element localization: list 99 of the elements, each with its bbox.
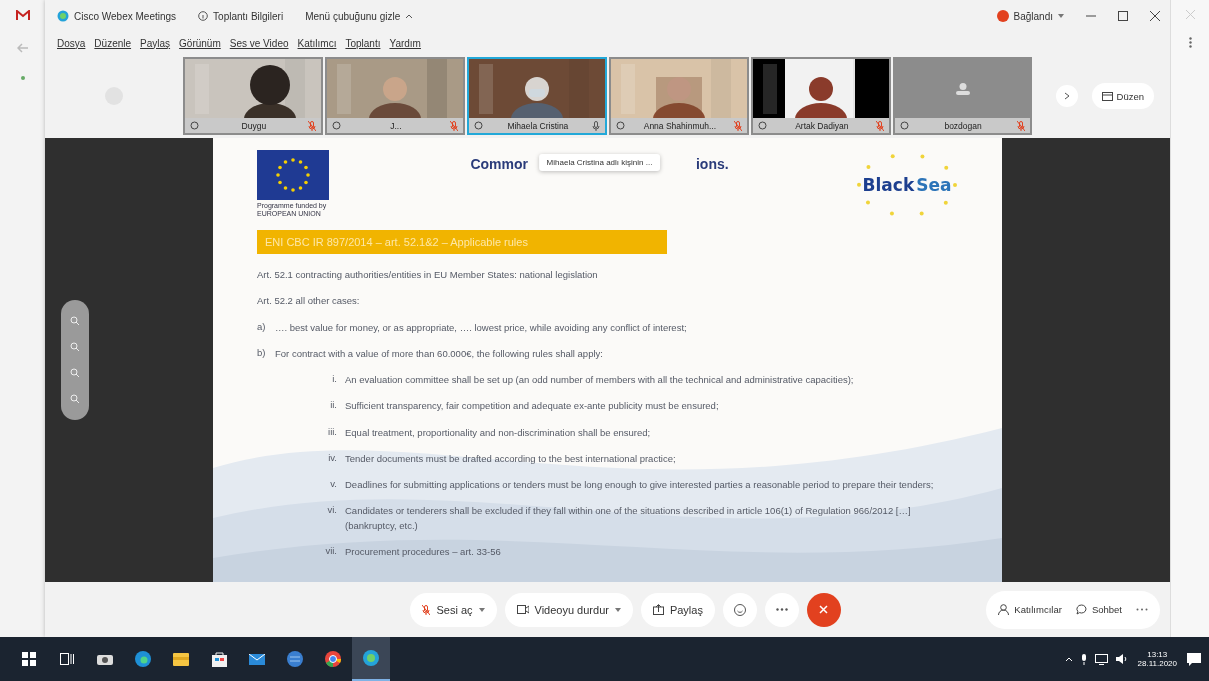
browser-icon — [135, 651, 151, 667]
slide-text: An evaluation committee shall be set up (an odd number of members with all the technical and administrative capacities); — [345, 373, 854, 387]
list-marker: b) — [257, 346, 267, 360]
video-tile[interactable]: J... — [325, 57, 466, 135]
share-button[interactable]: Paylaş — [640, 592, 715, 627]
slide-text: Art. 52.2 all other cases: — [257, 294, 360, 309]
participant-name: Anna Shahinmuh... — [642, 120, 718, 131]
participant-name: J... — [389, 120, 403, 131]
slide-text: Candidates or tenderers shall be excluded if they fall within one of the situations described in article 106(1) of Regulation 966/2012 […] (bankruptcy, etc.) — [345, 504, 912, 533]
person-icon — [955, 82, 970, 95]
menu-item[interactable]: Katılımcı — [297, 37, 337, 49]
speaker-icon[interactable] — [1115, 654, 1128, 664]
end-call-button[interactable] — [806, 592, 841, 627]
chat-bubble-icon — [1075, 604, 1087, 615]
kebab-menu-icon[interactable] — [1188, 37, 1192, 48]
unmute-button[interactable]: Sesi aç — [410, 592, 497, 627]
network-icon[interactable] — [1094, 653, 1108, 665]
video-tile[interactable]: Artak Dadiyan — [751, 57, 892, 135]
caret-icon — [1058, 14, 1064, 18]
reactions-button[interactable] — [722, 592, 757, 627]
tooltip: Mihaela Cristina adlı kişinin ... — [538, 154, 661, 171]
status-dot-icon — [996, 10, 1009, 22]
list-marker: ii. — [329, 399, 338, 413]
chevron-right-icon — [1063, 92, 1070, 100]
list-marker: iv. — [327, 451, 338, 465]
list-marker: vi. — [326, 504, 338, 518]
person-icon — [998, 604, 1010, 615]
menu-item[interactable]: Yardım — [389, 37, 421, 49]
video-camera-icon — [516, 605, 529, 614]
smiley-icon — [733, 603, 746, 616]
mail-icon — [249, 653, 265, 665]
slide-text: Sufficient transparency, fair competition and adequate ex-ante publicity must be ensured; — [345, 399, 719, 414]
connection-status-button[interactable]: Bağlandı — [996, 10, 1064, 22]
close-icon — [819, 605, 829, 614]
participant-name: Artak Dadiyan — [794, 120, 850, 131]
video-tile[interactable]: bozdogan — [893, 57, 1032, 135]
video-tile[interactable]: Anna Shahinmuh... — [609, 57, 750, 135]
logo-text: Sea — [916, 175, 952, 195]
windows-logo-icon — [22, 652, 36, 666]
clock-time: 13:13 — [1147, 650, 1168, 659]
globe-icon — [287, 651, 303, 667]
menu-item[interactable]: Toplantı — [345, 37, 381, 49]
app-logo-icon — [57, 10, 69, 22]
slide-title: Commor — [470, 156, 528, 172]
list-marker: i. — [331, 373, 338, 386]
participant-name: bozdogan — [943, 120, 983, 131]
slide-text: Tender documents must be drafted according to the best international practice; — [345, 451, 676, 466]
list-marker: a) — [257, 320, 267, 334]
ellipsis-icon — [775, 608, 788, 611]
list-marker: iii. — [327, 425, 338, 439]
menu-item[interactable]: Düzenle — [94, 37, 132, 49]
app-logo-icon — [363, 650, 379, 666]
app-title: Cisco Webex Meetings — [57, 10, 177, 22]
participants-button[interactable]: Katılımcılar — [998, 604, 1062, 615]
clock-date: 28.11.2020 — [1137, 659, 1177, 668]
menu-item[interactable]: Paylaş — [140, 37, 171, 49]
participant-name: Mihaela Cristina — [506, 120, 570, 131]
layout-icon — [1101, 91, 1113, 101]
caret-icon — [614, 607, 621, 612]
share-icon — [652, 604, 664, 615]
task-view-icon — [60, 653, 74, 665]
slide-text: Equal treatment, proportionality and non-discrimination shall be ensured; — [345, 425, 651, 440]
layout-button[interactable]: Düzen — [1091, 83, 1154, 109]
participant-name: Duygu — [240, 120, 268, 131]
maximize-icon[interactable] — [1118, 11, 1128, 21]
menu-item[interactable]: Görünüm — [179, 37, 221, 49]
chrome-icon — [325, 651, 341, 667]
folder-icon — [173, 652, 189, 666]
close-icon[interactable] — [1150, 11, 1160, 21]
stop-video-button[interactable]: Videoyu durdur — [504, 592, 633, 627]
slide-text: Procurement procedures – art. 33-56 — [345, 544, 501, 559]
slide-text: Deadlines for submitting applications or tenders must be long enough to give interested parties a reasonable period to prepare their tenders; — [345, 478, 934, 492]
section-banner: ENI CBC IR 897/2014 – art. 52.1&2 – Applicable rules — [257, 230, 667, 254]
slide-title: ions. — [695, 156, 729, 172]
shopping-bag-icon — [211, 651, 227, 667]
slide-text: …. best value for money, or as appropriate, …. lowest price, while avoiding any conflict of interest; — [275, 320, 687, 335]
caret-icon — [478, 607, 485, 612]
meeting-info-button[interactable]: Toplantı Bilgileri — [198, 10, 284, 22]
flag-icon — [257, 150, 329, 200]
video-tile[interactable]: Mihaela Cristina — [467, 57, 608, 135]
mail-icon — [15, 10, 30, 21]
camera-icon — [97, 653, 113, 665]
dot-icon — [19, 75, 26, 81]
hide-menu-bar-button[interactable]: Menü çubuğunu gizle — [305, 10, 414, 22]
slide-text: For contract with a value of more than 60.000€, the following rules shall apply: — [275, 346, 603, 361]
list-marker: vii. — [324, 544, 338, 558]
chevron-up-icon — [405, 13, 414, 19]
chat-button[interactable]: Sohbet — [1075, 604, 1122, 615]
menu-item[interactable]: Ses ve Video — [229, 37, 289, 49]
video-tile[interactable]: Duygu — [183, 57, 324, 135]
slide-text: Art. 52.1 contracting authorities/entities in EU Member States: national legislation — [257, 268, 598, 282]
logo-text: Black — [862, 175, 915, 195]
info-icon — [198, 11, 209, 21]
chevron-up-icon[interactable] — [1064, 656, 1073, 662]
microphone-icon[interactable] — [1080, 653, 1087, 665]
notification-icon[interactable] — [1187, 652, 1201, 666]
ellipsis-icon[interactable] — [1136, 608, 1148, 611]
list-marker: v. — [329, 478, 338, 491]
menu-item[interactable]: Dosya — [57, 37, 86, 49]
